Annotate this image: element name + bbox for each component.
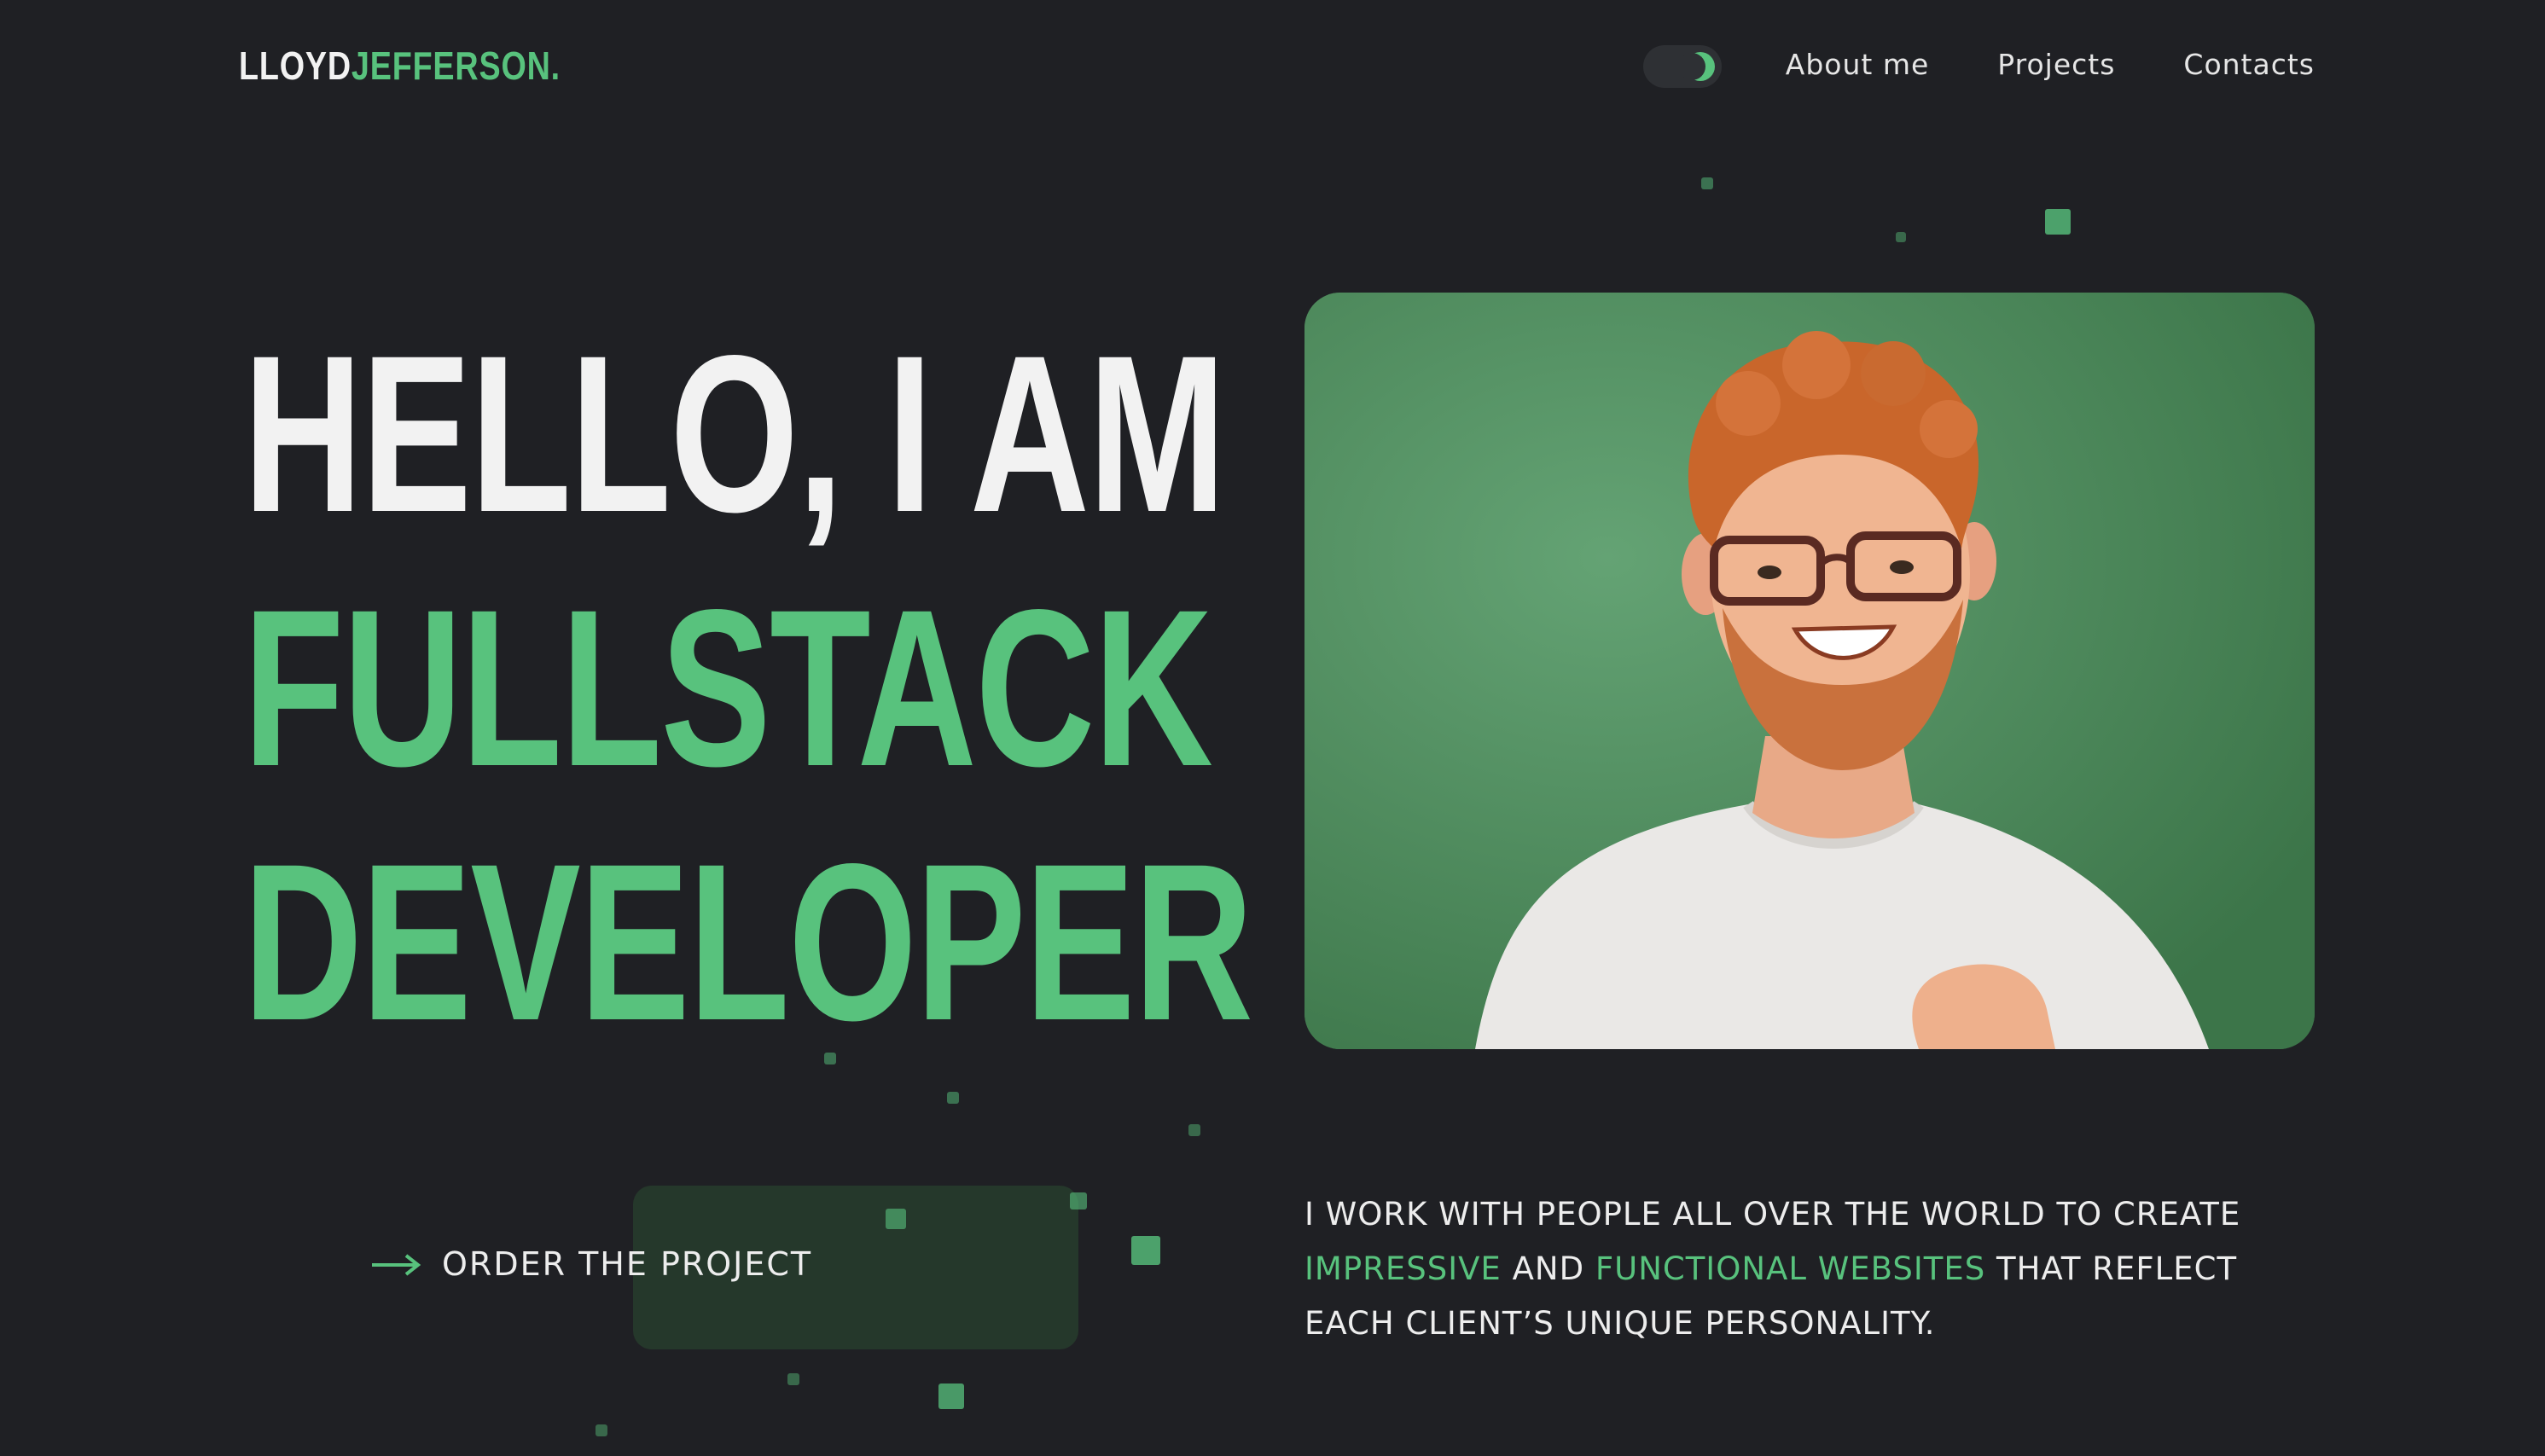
nav-contacts[interactable]: Contacts <box>2183 48 2315 81</box>
decor-particle <box>1188 1124 1200 1136</box>
decor-particle <box>596 1424 607 1436</box>
main-nav: About me Projects Contacts <box>1786 48 2315 81</box>
tagline-highlight-impressive: impressive <box>1304 1250 1502 1287</box>
decor-particle <box>787 1373 799 1385</box>
decor-particle <box>886 1209 906 1229</box>
tagline-highlight-functional-websites: functional websites <box>1595 1250 1986 1287</box>
decor-particle <box>2045 209 2071 235</box>
hero-line-role-1: FULLSTACK <box>243 563 1213 813</box>
hero-line-greeting: HELLO, I AM <box>243 309 1226 559</box>
decor-particle <box>1701 177 1713 189</box>
theme-toggle[interactable] <box>1643 45 1722 88</box>
logo-last-name: JEFFERSON <box>351 44 551 88</box>
decor-particle <box>947 1092 959 1104</box>
logo[interactable]: LLOYDJEFFERSON. <box>239 43 561 89</box>
decor-particle <box>824 1053 836 1064</box>
decor-particle <box>1896 232 1906 242</box>
tagline-text-2: and <box>1501 1250 1595 1287</box>
hero-title: HELLO, I AM FULLSTACK DEVELOPER <box>243 307 1253 1070</box>
logo-first-name: LLOYD <box>239 44 352 88</box>
order-project-button[interactable]: ORDER THE PROJECT <box>367 1186 1101 1349</box>
hero-line-role-2: DEVELOPER <box>243 817 1253 1067</box>
arrow-right-icon <box>372 1254 421 1276</box>
logo-dot: . <box>550 44 561 88</box>
portrait-photo <box>1304 293 2315 1049</box>
tagline-text-1: I work with people all over the world to… <box>1304 1196 2241 1233</box>
order-project-label: ORDER THE PROJECT <box>442 1245 813 1283</box>
decor-particle <box>1131 1236 1160 1265</box>
nav-projects[interactable]: Projects <box>1997 48 2115 81</box>
moon-icon <box>1682 52 1715 81</box>
nav-about-me[interactable]: About me <box>1786 48 1930 81</box>
decor-particle <box>938 1383 964 1409</box>
header: LLOYDJEFFERSON. About me Projects Contac… <box>0 0 2545 136</box>
hero-tagline: I work with people all over the world to… <box>1304 1187 2328 1351</box>
decor-particle <box>1070 1192 1087 1209</box>
